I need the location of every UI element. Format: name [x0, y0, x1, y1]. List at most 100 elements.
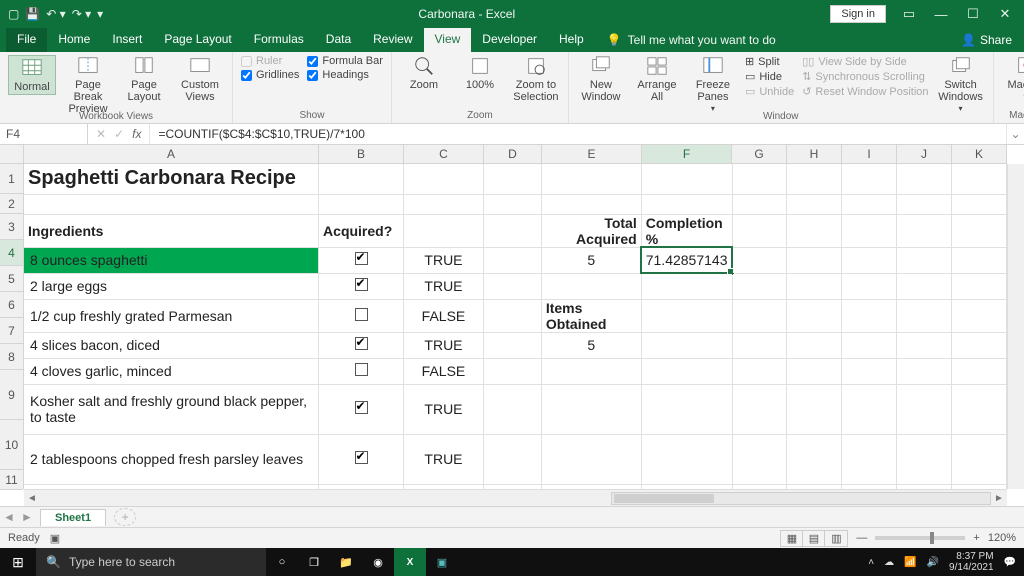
add-sheet-button[interactable]: +	[114, 508, 136, 526]
tell-me[interactable]: 💡 Tell me what you want to do	[595, 28, 776, 52]
chrome-icon[interactable]: ◉	[362, 548, 394, 576]
cell-B1[interactable]	[319, 164, 404, 194]
cell-H10[interactable]	[787, 434, 842, 484]
cell-G10[interactable]	[732, 434, 787, 484]
cell-I5[interactable]	[842, 273, 897, 299]
cell-B7[interactable]	[319, 332, 404, 358]
cell-B5[interactable]	[319, 273, 404, 299]
checkbox-B5[interactable]	[355, 278, 368, 291]
cell-H4[interactable]	[787, 247, 842, 273]
row-header-1[interactable]: 1	[0, 164, 23, 194]
tab-help[interactable]: Help	[548, 28, 595, 52]
cell-E3[interactable]: Total Acquired	[541, 214, 641, 247]
tab-data[interactable]: Data	[315, 28, 362, 52]
cell-I1[interactable]	[842, 164, 897, 194]
start-button[interactable]: ⊞	[0, 554, 36, 571]
cell-C7[interactable]: TRUE	[404, 332, 484, 358]
tab-file[interactable]: File	[6, 28, 47, 52]
cell-I8[interactable]	[842, 358, 897, 384]
cell-B3[interactable]: Acquired?	[319, 214, 404, 247]
arrange-all-button[interactable]: Arrange All	[633, 55, 681, 103]
row-header-4[interactable]: 4	[0, 240, 23, 266]
cell-I9[interactable]	[842, 384, 897, 434]
cell-J10[interactable]	[897, 434, 952, 484]
page-break-view-icon[interactable]: ▥	[825, 531, 847, 546]
cell-H6[interactable]	[787, 299, 842, 332]
col-header-I[interactable]: I	[842, 145, 897, 163]
system-clock[interactable]: 8:37 PM 9/14/2021	[949, 551, 994, 573]
cell-D9[interactable]	[483, 384, 541, 434]
cell-A8[interactable]: 4 cloves garlic, minced	[24, 358, 319, 384]
sheet-tab-sheet1[interactable]: Sheet1	[40, 509, 106, 526]
cell-D4[interactable]	[483, 247, 541, 273]
col-header-H[interactable]: H	[787, 145, 842, 163]
cell-C3[interactable]	[404, 214, 484, 247]
cell-J4[interactable]	[897, 247, 952, 273]
col-header-J[interactable]: J	[897, 145, 952, 163]
sheet-nav-next[interactable]: ►	[18, 510, 36, 524]
cell-A9[interactable]: Kosher salt and freshly ground black pep…	[24, 384, 319, 434]
zoom-slider[interactable]	[875, 536, 965, 540]
cell-J7[interactable]	[897, 332, 952, 358]
zoom-in-button[interactable]: +	[973, 532, 979, 544]
col-header-A[interactable]: A	[24, 145, 319, 163]
cell-D1[interactable]	[483, 164, 541, 194]
tray-wifi-icon[interactable]: 📶	[904, 557, 916, 568]
tab-formulas[interactable]: Formulas	[243, 28, 315, 52]
autosave-icon[interactable]: ▢	[8, 7, 19, 21]
row-header-9[interactable]: 9	[0, 370, 23, 420]
formula-bar-checkbox[interactable]: Formula Bar	[307, 55, 383, 67]
cell-H7[interactable]	[787, 332, 842, 358]
row-header-3[interactable]: 3	[0, 214, 23, 240]
cell-A5[interactable]: 2 large eggs	[24, 273, 319, 299]
row-header-10[interactable]: 10	[0, 420, 23, 470]
fx-icon[interactable]: fx	[132, 127, 141, 141]
zoom-level[interactable]: 120%	[988, 532, 1016, 544]
cell-I6[interactable]	[842, 299, 897, 332]
cell-G5[interactable]	[732, 273, 787, 299]
redo-icon[interactable]: ↷ ▾	[72, 7, 91, 21]
zoom-button[interactable]: Zoom	[400, 55, 448, 91]
cell-H2[interactable]	[787, 194, 842, 214]
cell-K4[interactable]	[952, 247, 1007, 273]
cell-C4[interactable]: TRUE	[404, 247, 484, 273]
cell-A4[interactable]: 8 ounces spaghetti	[24, 247, 319, 273]
checkbox-B10[interactable]	[355, 451, 368, 464]
cell-G1[interactable]	[732, 164, 787, 194]
expand-formula-bar-icon[interactable]: ⌄	[1006, 124, 1024, 144]
cell-A1[interactable]: Spaghetti Carbonara Recipe	[24, 164, 319, 194]
cell-D8[interactable]	[483, 358, 541, 384]
checkbox-B4[interactable]	[355, 252, 368, 265]
cell-C10[interactable]: TRUE	[404, 434, 484, 484]
cell-F9[interactable]	[641, 384, 732, 434]
cell-I10[interactable]	[842, 434, 897, 484]
cell-C5[interactable]: TRUE	[404, 273, 484, 299]
row-header-5[interactable]: 5	[0, 266, 23, 292]
cell-E7[interactable]: 5	[541, 332, 641, 358]
grid[interactable]: Spaghetti Carbonara RecipeIngredientsAcq…	[24, 164, 1007, 489]
cell-C6[interactable]: FALSE	[404, 299, 484, 332]
col-header-G[interactable]: G	[732, 145, 787, 163]
cell-C9[interactable]: TRUE	[404, 384, 484, 434]
zoom-to-selection-button[interactable]: Zoom to Selection	[512, 55, 560, 103]
cell-F8[interactable]	[641, 358, 732, 384]
ruler-checkbox[interactable]: Ruler	[241, 55, 299, 67]
cell-H9[interactable]	[787, 384, 842, 434]
hide-button[interactable]: ▭ Hide	[745, 70, 794, 83]
horizontal-scrollbar[interactable]: ◄ ►	[24, 489, 1007, 506]
cell-D7[interactable]	[483, 332, 541, 358]
row-header-11[interactable]: 11	[0, 470, 23, 490]
switch-windows-button[interactable]: Switch Windows▾	[937, 55, 985, 114]
cell-H5[interactable]	[787, 273, 842, 299]
cell-E10[interactable]	[541, 434, 641, 484]
cell-G6[interactable]	[732, 299, 787, 332]
row-header-6[interactable]: 6	[0, 292, 23, 318]
maximize-icon[interactable]: ☐	[964, 6, 982, 22]
cell-J8[interactable]	[897, 358, 952, 384]
tab-developer[interactable]: Developer	[471, 28, 548, 52]
select-all-corner[interactable]	[0, 145, 24, 164]
cell-K1[interactable]	[952, 164, 1007, 194]
page-break-preview-button[interactable]: Page Break Preview	[64, 55, 112, 115]
view-shortcuts[interactable]: ▦ ▤ ▥	[780, 530, 848, 547]
col-header-B[interactable]: B	[319, 145, 404, 163]
